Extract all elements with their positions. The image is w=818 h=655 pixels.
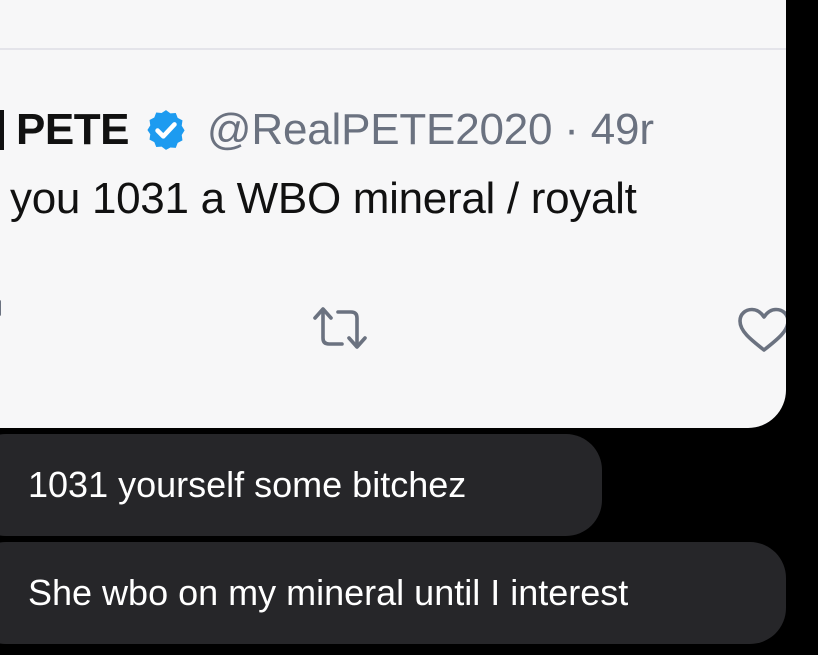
tweet-header: PETE @RealPETE2020 · 49r	[0, 102, 654, 158]
retweet-icon[interactable]	[310, 304, 370, 352]
embedded-tweet-card[interactable]: PETE @RealPETE2020 · 49r you 1031 a WBO …	[0, 0, 786, 428]
message-bubble[interactable]: She wbo on my mineral until I interest	[0, 542, 786, 644]
tweet-divider	[0, 48, 786, 50]
message-bubble[interactable]: 1031 yourself some bitchez	[0, 434, 602, 536]
reply-icon-edge[interactable]	[0, 300, 1, 316]
tweet-handle-time[interactable]: @RealPETE2020 · 49r	[207, 105, 654, 155]
verified-badge-icon	[147, 110, 185, 150]
name-truncation-mark	[0, 110, 4, 150]
message-text: 1031 yourself some bitchez	[28, 464, 467, 505]
tweet-body-text: you 1031 a WBO mineral / royalt	[10, 174, 637, 223]
chat-screen: PETE @RealPETE2020 · 49r you 1031 a WBO …	[0, 0, 818, 655]
heart-icon[interactable]	[736, 306, 786, 354]
message-text: She wbo on my mineral until I interest	[28, 572, 629, 613]
tweet-display-name[interactable]: PETE	[16, 105, 129, 155]
